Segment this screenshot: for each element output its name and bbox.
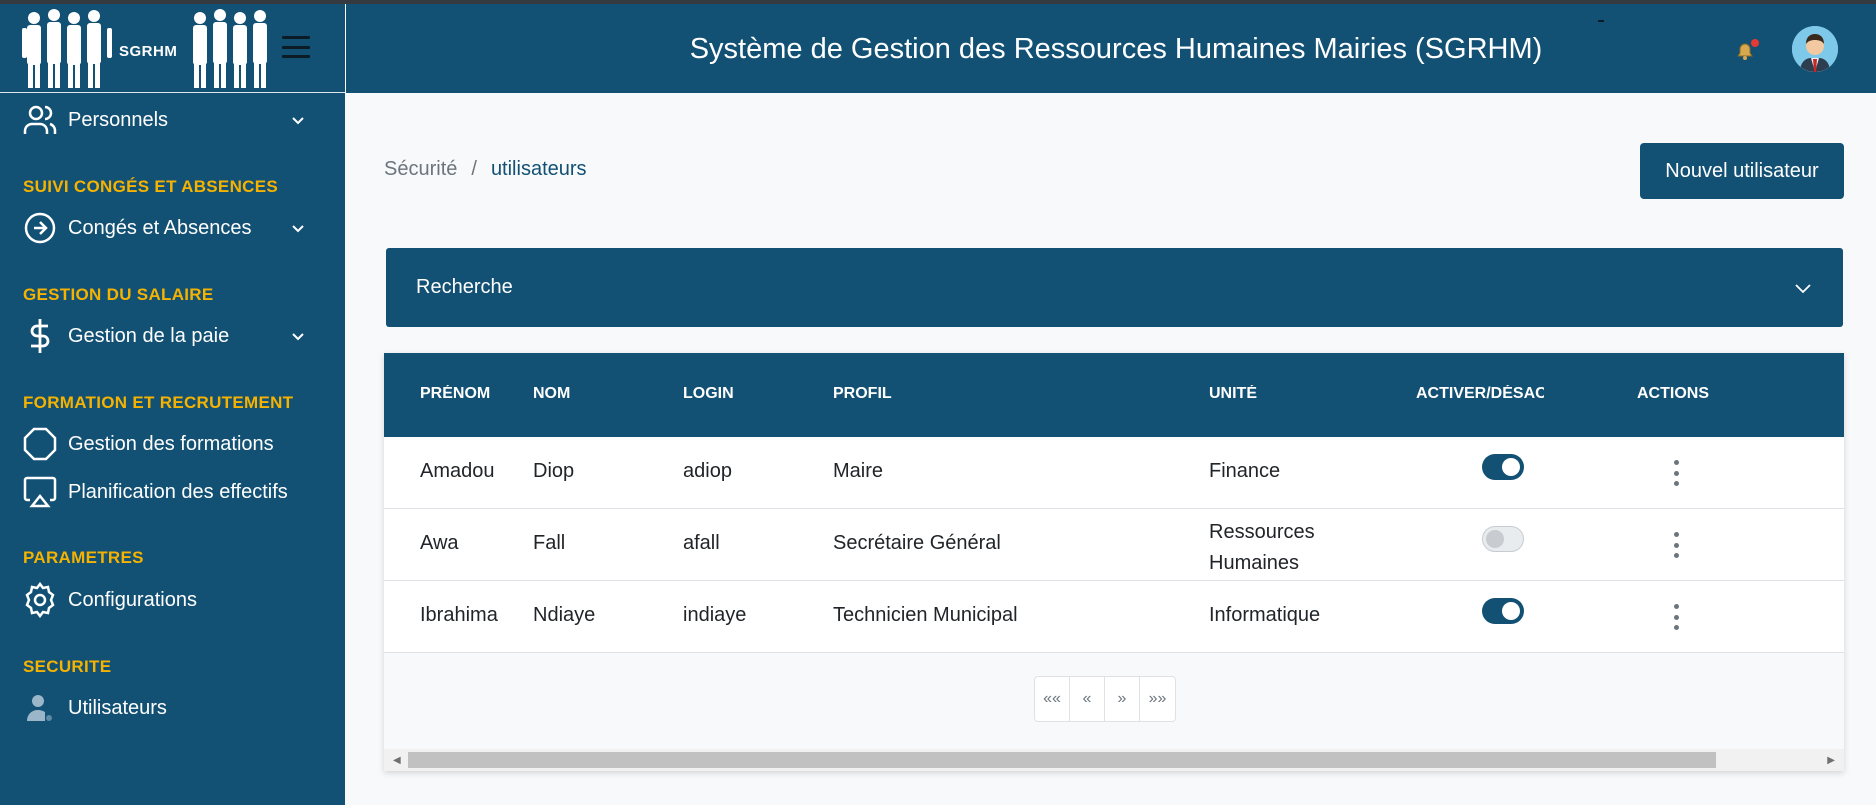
sidebar-item-label: Configurations xyxy=(68,588,197,611)
dollar-icon xyxy=(22,318,58,354)
page-prev-button[interactable]: « xyxy=(1070,677,1105,721)
column-header-profil: PROFIL xyxy=(833,385,892,402)
cell-prenom: Awa xyxy=(420,532,459,554)
section-formation: FORMATION ET RECRUTEMENT xyxy=(23,393,294,412)
sidebar-item-formations[interactable]: Gestion des formations xyxy=(22,424,322,464)
chevron-down-icon xyxy=(292,333,304,341)
row-actions-menu-icon[interactable] xyxy=(1671,604,1681,630)
table-row: Awa Fall afall Secrétaire Général Ressou… xyxy=(384,509,1844,581)
app-title: Système de Gestion des Ressources Humain… xyxy=(689,33,1543,65)
column-header-unite: UNITÉ xyxy=(1209,385,1257,402)
search-panel-label: Recherche xyxy=(416,276,513,298)
sidebar-item-paie[interactable]: Gestion de la paie xyxy=(22,316,322,356)
new-user-button[interactable]: Nouvel utilisateur xyxy=(1640,143,1844,199)
cell-unite: Finance xyxy=(1209,460,1281,482)
cell-unite: Informatique xyxy=(1209,604,1321,626)
breadcrumb: Sécurité / utilisateurs xyxy=(384,158,587,181)
cell-unite: Ressources Humaines xyxy=(1209,521,1315,574)
breadcrumb-separator: / xyxy=(471,158,477,180)
sidebar: SGRHM Personnels SUIVI CONGÉS ET ABSENCE… xyxy=(0,0,345,805)
breadcrumb-current: utilisateurs xyxy=(490,158,587,180)
page-next-button[interactable]: » xyxy=(1105,677,1140,721)
sidebar-item-planification[interactable]: Planification des effectifs xyxy=(22,472,322,512)
top-strip xyxy=(0,0,1876,4)
scroll-left-icon[interactable]: ◀ xyxy=(393,755,401,766)
sidebar-item-label: Congés et Absences xyxy=(68,216,252,239)
cell-login: indiaye xyxy=(683,604,747,626)
octagon-icon xyxy=(22,426,58,462)
sidebar-item-label: Gestion de la paie xyxy=(68,324,230,347)
cell-nom: Fall xyxy=(533,532,566,554)
user-icon xyxy=(22,690,58,726)
users-icon xyxy=(22,102,58,138)
scroll-right-icon[interactable]: ▶ xyxy=(1827,755,1835,766)
header-mark xyxy=(1598,20,1604,22)
chevron-down-icon xyxy=(1795,284,1811,294)
cell-profil: Technicien Municipal xyxy=(833,604,1018,626)
sidebar-item-conges[interactable]: Congés et Absences xyxy=(22,208,322,248)
sidebar-item-label: Gestion des formations xyxy=(68,432,274,455)
table-row: Amadou Diop adiop Maire Finance xyxy=(384,437,1844,509)
logo-area: SGRHM xyxy=(0,0,345,93)
section-suivi-conges: SUIVI CONGÉS ET ABSENCES xyxy=(23,177,279,196)
section-gestion-salaire: GESTION DU SALAIRE xyxy=(23,285,214,304)
people-logo-icon xyxy=(188,8,280,90)
pagination: «« « » »» xyxy=(1034,676,1176,722)
menu-toggle-icon[interactable] xyxy=(282,36,310,58)
table-row: Ibrahima Ndiaye indiaye Technicien Munic… xyxy=(384,581,1844,653)
cell-nom: Ndiaye xyxy=(533,604,596,626)
cell-login: adiop xyxy=(683,460,732,482)
top-header: Système de Gestion des Ressources Humain… xyxy=(346,4,1876,93)
sidebar-item-utilisateurs[interactable]: Utilisateurs xyxy=(22,688,322,728)
row-actions-menu-icon[interactable] xyxy=(1671,532,1681,558)
column-header-prenom: PRÉNOM xyxy=(420,385,491,402)
horizontal-scrollbar[interactable]: ◀ ▶ xyxy=(384,749,1844,771)
activation-toggle[interactable] xyxy=(1482,526,1524,552)
sidebar-item-configurations[interactable]: Configurations xyxy=(22,580,322,620)
chevron-down-icon xyxy=(292,117,304,125)
cell-prenom: Amadou xyxy=(420,460,495,482)
breadcrumb-parent[interactable]: Sécurité xyxy=(384,158,457,181)
people-logo-icon xyxy=(22,8,114,90)
section-parametres: PARAMETRES xyxy=(23,548,144,567)
cell-login: afall xyxy=(683,532,720,554)
logo-text: SGRHM xyxy=(119,43,178,60)
sidebar-item-label: Utilisateurs xyxy=(68,696,167,719)
search-panel-toggle[interactable]: Recherche xyxy=(386,248,1843,327)
arrow-circle-right-icon xyxy=(22,210,58,246)
cell-profil: Maire xyxy=(833,460,884,482)
avatar[interactable] xyxy=(1792,26,1838,72)
page-last-button[interactable]: »» xyxy=(1140,677,1175,721)
sidebar-item-label: Planification des effectifs xyxy=(68,480,288,503)
row-actions-menu-icon[interactable] xyxy=(1671,460,1681,486)
table-header: PRÉNOM NOM LOGIN PROFIL UNITÉ ACTIVER/DÉ… xyxy=(384,353,1844,437)
cell-prenom: Ibrahima xyxy=(420,604,498,626)
gear-icon xyxy=(22,582,58,618)
section-securite: SECURITE xyxy=(23,657,112,676)
chevron-down-icon xyxy=(292,225,304,233)
activation-toggle[interactable] xyxy=(1482,598,1524,624)
users-table: PRÉNOM NOM LOGIN PROFIL UNITÉ ACTIVER/DÉ… xyxy=(384,353,1844,771)
sidebar-item-label: Personnels xyxy=(68,108,169,131)
cell-profil: Secrétaire Général xyxy=(833,532,1001,554)
page-first-button[interactable]: «« xyxy=(1035,677,1070,721)
column-header-login: LOGIN xyxy=(683,385,734,402)
sidebar-item-personnels[interactable]: Personnels xyxy=(22,100,322,140)
scrollbar-thumb[interactable] xyxy=(408,752,1716,768)
cell-nom: Diop xyxy=(533,460,575,482)
column-header-actions: ACTIONS xyxy=(1637,385,1709,402)
notification-dot xyxy=(1751,39,1759,47)
column-header-nom: NOM xyxy=(533,385,571,402)
column-header-activer: ACTIVER/DÉSAC xyxy=(1416,385,1544,402)
airplay-icon xyxy=(22,474,58,510)
activation-toggle[interactable] xyxy=(1482,454,1524,480)
